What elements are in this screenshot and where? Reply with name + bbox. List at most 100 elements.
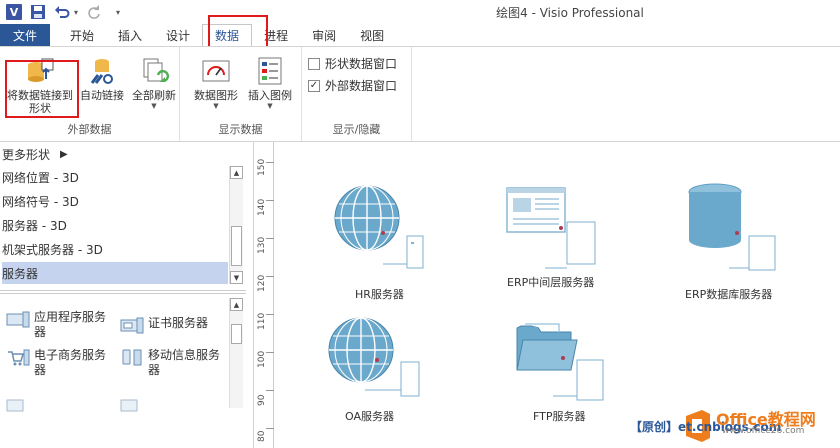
link-data-to-shapes-button[interactable]: 将数据链接到 形状 bbox=[0, 55, 80, 115]
master-label-line1: 移动信息服务 bbox=[148, 348, 221, 362]
erp-middle-server-shape[interactable] bbox=[505, 186, 605, 272]
scroll-down-icon[interactable]: ▼ bbox=[230, 271, 243, 284]
oa-server-shape[interactable] bbox=[325, 314, 435, 404]
master-partial[interactable] bbox=[120, 396, 148, 416]
panel-divider[interactable] bbox=[0, 290, 246, 294]
ruler-label: 130 bbox=[257, 236, 267, 254]
hr-server-label[interactable]: HR服务器 bbox=[355, 286, 404, 302]
auto-link-label: 自动链接 bbox=[80, 89, 124, 102]
auto-link-button[interactable]: 自动链接 bbox=[76, 55, 128, 102]
refresh-dropdown-icon[interactable]: ▼ bbox=[151, 102, 156, 110]
external-data-window-label: 外部数据窗口 bbox=[325, 79, 398, 93]
tab-data[interactable]: 数据 bbox=[202, 24, 253, 46]
external-data-window-checkbox[interactable]: ✓ 外部数据窗口 bbox=[308, 77, 397, 94]
ruler-tick bbox=[266, 352, 274, 353]
display-data-group-label: 显示数据 bbox=[218, 123, 263, 136]
master-label: 证书服务器 bbox=[148, 316, 209, 330]
mobile-server-icon bbox=[122, 349, 142, 366]
master-ecommerce-server[interactable]: 电子商务服务器 bbox=[6, 348, 106, 378]
scroll-thumb[interactable] bbox=[231, 324, 242, 344]
shape-data-window-check[interactable] bbox=[308, 57, 320, 70]
master-certificate-server[interactable]: 证书服务器 bbox=[120, 316, 208, 336]
tab-insert[interactable]: 插入 bbox=[106, 24, 154, 46]
data-graphics-icon bbox=[202, 60, 230, 82]
insert-legend-label: 插入图例 bbox=[248, 89, 292, 102]
window-title: 绘图4 - Visio Professional bbox=[496, 6, 644, 20]
title-bar: V ▾ ▾ 绘图4 - Visio Professional bbox=[0, 0, 840, 24]
external-data-window-check[interactable]: ✓ bbox=[308, 79, 320, 92]
master-partial[interactable] bbox=[6, 396, 34, 416]
ruler-label: 100 bbox=[257, 350, 267, 368]
master-mobile-info-server[interactable]: 移动信息服务器 bbox=[120, 348, 220, 378]
vertical-ruler: 150 140 130 120 110 100 90 80 bbox=[254, 142, 274, 448]
tab-view[interactable]: 视图 bbox=[348, 24, 396, 46]
tab-design[interactable]: 设计 bbox=[154, 24, 202, 46]
watermark-url: www.office26.com bbox=[722, 426, 805, 436]
master-label-line2: 器 bbox=[34, 325, 47, 339]
tab-file[interactable]: 文件 bbox=[0, 24, 50, 46]
ruler-label: 140 bbox=[257, 198, 267, 216]
watermark-prefix: 【原创】 bbox=[630, 420, 679, 434]
watermark: 【原创】et.cnblogs.com Office教程网 www.office2… bbox=[620, 404, 840, 448]
ribbon-tabs: 文件 开始 插入 设计 数据 进程 审阅 视图 bbox=[0, 24, 840, 46]
erp-middle-server-label[interactable]: ERP中间层服务器 bbox=[507, 274, 594, 290]
shapes-panel: 更多形状 ▶ 网络位置 - 3D 网络符号 - 3D 服务器 - 3D 机架式服… bbox=[0, 142, 254, 448]
refresh-all-button[interactable]: 全部刷新 ▼ bbox=[128, 55, 180, 110]
erp-database-server-label[interactable]: ERP数据库服务器 bbox=[685, 286, 772, 302]
ruler-tick bbox=[266, 162, 274, 163]
ftp-server-shape[interactable] bbox=[515, 318, 615, 406]
master-label-line1: 应用程序服务 bbox=[34, 310, 107, 324]
oa-server-label[interactable]: OA服务器 bbox=[345, 408, 394, 424]
drawing-canvas[interactable]: HR服务器 ERP中间层服务器 ERP数据库服务器 OA服务器 FTP服务器 bbox=[275, 142, 840, 448]
server-icon bbox=[6, 399, 24, 412]
ruler-label: 120 bbox=[257, 274, 267, 292]
scroll-thumb[interactable] bbox=[231, 226, 242, 266]
stencil-item[interactable]: 机架式服务器 - 3D bbox=[2, 238, 228, 260]
ruler-tick bbox=[266, 276, 274, 277]
tab-review[interactable]: 审阅 bbox=[300, 24, 348, 46]
application-server-icon bbox=[6, 311, 30, 328]
master-label-line1: 电子商务服务 bbox=[34, 348, 107, 362]
ruler-label: 90 bbox=[257, 394, 267, 406]
shape-data-window-checkbox[interactable]: 形状数据窗口 bbox=[308, 55, 397, 72]
ruler-tick bbox=[266, 314, 274, 315]
stencil-item-selected[interactable]: 服务器 bbox=[2, 262, 228, 284]
erp-database-server-shape[interactable] bbox=[685, 182, 795, 274]
masters-scrollbar[interactable]: ▲ bbox=[229, 298, 243, 408]
shape-data-window-label: 形状数据窗口 bbox=[325, 57, 398, 71]
ftp-server-label[interactable]: FTP服务器 bbox=[533, 408, 586, 424]
certificate-server-icon bbox=[120, 317, 144, 334]
refresh-all-label: 全部刷新 bbox=[132, 89, 176, 102]
master-label-line2: 器 bbox=[148, 363, 161, 377]
insert-legend-dropdown-icon[interactable]: ▼ bbox=[267, 102, 272, 110]
tab-process[interactable]: 进程 bbox=[252, 24, 300, 46]
show-hide-group-label: 显示/隐藏 bbox=[332, 123, 381, 136]
scroll-up-icon[interactable]: ▲ bbox=[230, 166, 243, 179]
chevron-right-icon: ▶ bbox=[60, 149, 68, 160]
insert-legend-icon bbox=[258, 57, 282, 85]
hr-server-shape[interactable] bbox=[331, 182, 441, 272]
display-data-group: 数据图形 ▼ 插入图例 ▼ 显示数据 bbox=[180, 47, 302, 141]
server-icon bbox=[120, 399, 138, 412]
link-data-label-2: 形状 bbox=[29, 102, 51, 115]
tab-home[interactable]: 开始 bbox=[58, 24, 106, 46]
stencil-item[interactable]: 网络位置 - 3D bbox=[2, 166, 228, 188]
stencil-item[interactable]: 服务器 - 3D bbox=[2, 214, 228, 236]
ruler-tick bbox=[266, 200, 274, 201]
insert-legend-button[interactable]: 插入图例 ▼ bbox=[242, 55, 298, 110]
auto-link-icon bbox=[90, 59, 113, 84]
ribbon: 将数据链接到 形状 自动链接 全部刷新 ▼ 外部数据 数据图形 ▼ 插入图例 ▼… bbox=[0, 46, 840, 142]
link-data-label-1: 将数据链接到 bbox=[7, 89, 73, 102]
more-shapes-menu[interactable]: 更多形状 ▶ bbox=[2, 146, 68, 163]
stencil-list-scrollbar[interactable]: ▲ ▼ bbox=[229, 166, 243, 284]
ruler-label: 80 bbox=[257, 430, 267, 442]
ruler-tick bbox=[266, 238, 274, 239]
data-graphics-label: 数据图形 bbox=[194, 89, 238, 102]
scroll-up-icon[interactable]: ▲ bbox=[230, 298, 243, 311]
ruler-tick bbox=[266, 390, 274, 391]
data-graphics-button[interactable]: 数据图形 ▼ bbox=[190, 55, 242, 110]
stencil-item[interactable]: 网络符号 - 3D bbox=[2, 190, 228, 212]
data-graphics-dropdown-icon[interactable]: ▼ bbox=[213, 102, 218, 110]
master-label-line2: 器 bbox=[34, 363, 47, 377]
master-application-server[interactable]: 应用程序服务器 bbox=[6, 310, 106, 340]
